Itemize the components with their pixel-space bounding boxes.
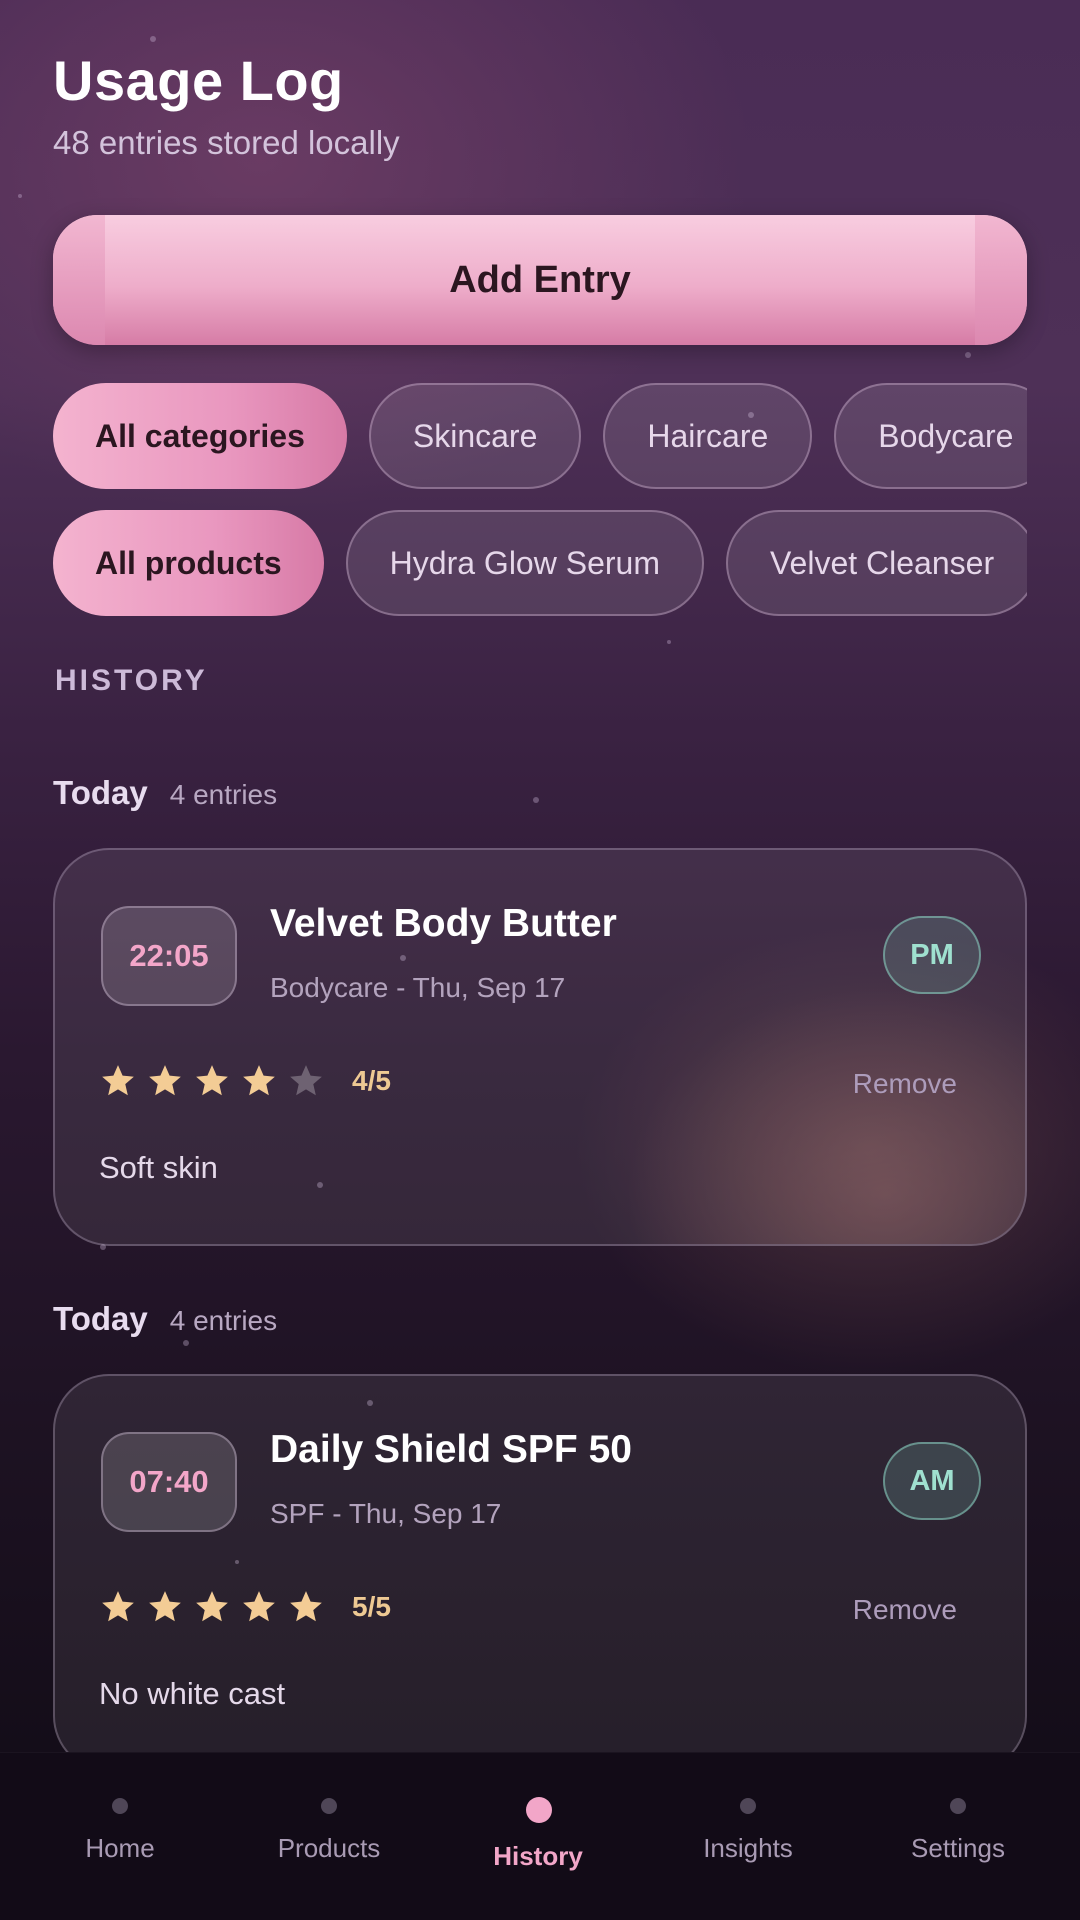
chip-bodycare[interactable]: Bodycare [834, 383, 1027, 489]
star-filled-icon [243, 1591, 275, 1622]
rating-stars: 5/5 [99, 1588, 391, 1626]
home-dot-icon [112, 1798, 128, 1814]
particle-dot [667, 640, 671, 644]
nav-item-home[interactable]: Home [12, 1753, 228, 1920]
history-dot-icon [526, 1797, 552, 1823]
nav-item-history[interactable]: History [430, 1753, 646, 1920]
entry-meta: SPF - Thu, Sep 17 [270, 1498, 502, 1529]
bottom-navigation: Home Products History Insights Settings [0, 1752, 1080, 1920]
chip-skincare[interactable]: Skincare [368, 383, 582, 489]
nav-label: Insights [703, 1833, 793, 1863]
star-filled-icon [102, 1591, 134, 1622]
nav-item-settings[interactable]: Settings [850, 1753, 1066, 1920]
star-filled-icon [149, 1591, 181, 1622]
entry-card[interactable]: 07:40 Daily Shield SPF 50 SPF - Thu, Sep… [53, 1374, 1027, 1772]
entry-note: Soft skin [99, 1150, 218, 1185]
star-filled-icon [290, 1591, 322, 1622]
chip-all-categories[interactable]: All categories [53, 383, 347, 489]
particle-dot [533, 797, 539, 803]
star-empty-icon [290, 1065, 322, 1096]
group-count: 4 entries [169, 1305, 278, 1336]
stars-holder [99, 1062, 325, 1100]
section-heading-history: HISTORY [55, 664, 208, 697]
star-filled-icon [243, 1065, 275, 1096]
nav-label: Home [85, 1833, 155, 1863]
entry-product-name: Velvet Body Butter [270, 902, 617, 945]
category-filter-row[interactable]: All categories Skincare Haircare Bodycar… [53, 383, 1027, 491]
period-badge: PM [883, 916, 981, 994]
group-title: Today [53, 774, 148, 811]
card-glow [625, 984, 1025, 1244]
remove-button[interactable]: Remove [853, 1594, 957, 1626]
products-dot-icon [321, 1798, 337, 1814]
chip-haircare[interactable]: Haircare [603, 383, 813, 489]
stars-holder [99, 1588, 325, 1626]
star-filled-icon [102, 1065, 134, 1096]
entry-card[interactable]: 22:05 Velvet Body Butter Bodycare - Thu,… [53, 848, 1027, 1246]
entry-time: 22:05 [101, 906, 237, 1006]
button-edge [975, 215, 1027, 345]
remove-button[interactable]: Remove [853, 1068, 957, 1100]
add-entry-label: Add Entry [449, 258, 631, 301]
page-title: Usage Log [53, 49, 344, 112]
group-count: 4 entries [169, 779, 278, 810]
nav-label: Settings [911, 1833, 1005, 1863]
nav-item-insights[interactable]: Insights [640, 1753, 856, 1920]
star-filled-icon [196, 1065, 228, 1096]
period-badge: AM [883, 1442, 981, 1520]
nav-label: History [493, 1841, 583, 1871]
star-filled-icon [149, 1065, 181, 1096]
rating-value: 5/5 [352, 1591, 391, 1622]
entries-count: 48 entries stored locally [53, 124, 400, 161]
entry-meta: Bodycare - Thu, Sep 17 [270, 972, 566, 1003]
insights-dot-icon [740, 1798, 756, 1814]
star-filled-icon [196, 1591, 228, 1622]
group-header: Today 4 entries [53, 1300, 277, 1338]
product-filter-row[interactable]: All products Hydra Glow Serum Velvet Cle… [53, 510, 1027, 618]
nav-item-products[interactable]: Products [221, 1753, 437, 1920]
chip-all-products[interactable]: All products [53, 510, 324, 616]
group-title: Today [53, 1300, 148, 1337]
chip-hydra-glow-serum[interactable]: Hydra Glow Serum [345, 510, 704, 616]
settings-dot-icon [950, 1798, 966, 1814]
rating-stars: 4/5 [99, 1062, 391, 1100]
particle-dot [183, 1340, 189, 1346]
entry-time: 07:40 [101, 1432, 237, 1532]
entry-product-name: Daily Shield SPF 50 [270, 1428, 632, 1471]
chip-velvet-cleanser[interactable]: Velvet Cleanser [725, 510, 1027, 616]
usage-log-screen: Usage Log 48 entries stored locally Add … [0, 0, 1080, 1920]
particle-dot [150, 36, 156, 42]
group-header: Today 4 entries [53, 774, 277, 812]
particle-dot [18, 194, 22, 198]
add-entry-button[interactable]: Add Entry [53, 215, 1027, 345]
nav-label: Products [277, 1833, 381, 1863]
rating-value: 4/5 [352, 1065, 391, 1096]
entry-note: No white cast [99, 1676, 286, 1711]
particle-dot [965, 352, 971, 358]
button-edge [53, 215, 105, 345]
